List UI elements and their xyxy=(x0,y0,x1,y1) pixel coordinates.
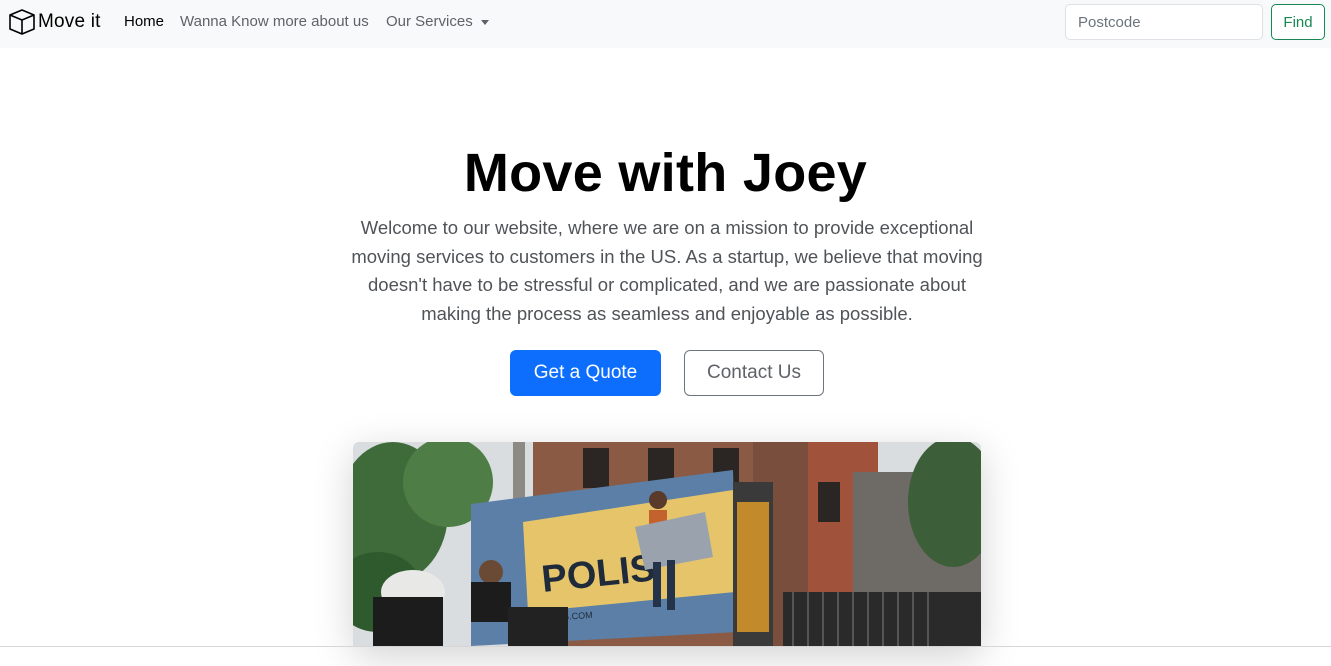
postcode-input[interactable] xyxy=(1065,4,1263,40)
hero-lead: Welcome to our website, where we are on … xyxy=(351,217,983,324)
box-icon xyxy=(7,7,37,37)
divider xyxy=(0,646,1331,647)
contact-us-button[interactable]: Contact Us xyxy=(684,350,824,396)
brand-link[interactable]: Move it xyxy=(7,6,101,38)
navbar: Move it Home Wanna Know more about us Ou… xyxy=(0,0,1331,48)
caret-down-icon xyxy=(480,19,489,25)
hero-image: POLIS MOVING.COM xyxy=(353,442,981,646)
get-quote-button[interactable]: Get a Quote xyxy=(510,350,661,396)
nav-home[interactable]: Home xyxy=(124,13,164,30)
hero-title: Move with Joey xyxy=(463,143,868,203)
brand-name: Move it xyxy=(38,11,101,32)
nav-services-label: Our Services xyxy=(386,13,473,30)
find-button[interactable]: Find xyxy=(1271,4,1325,40)
nav-about[interactable]: Wanna Know more about us xyxy=(180,13,369,30)
nav-services-dropdown[interactable]: Our Services xyxy=(386,13,489,30)
